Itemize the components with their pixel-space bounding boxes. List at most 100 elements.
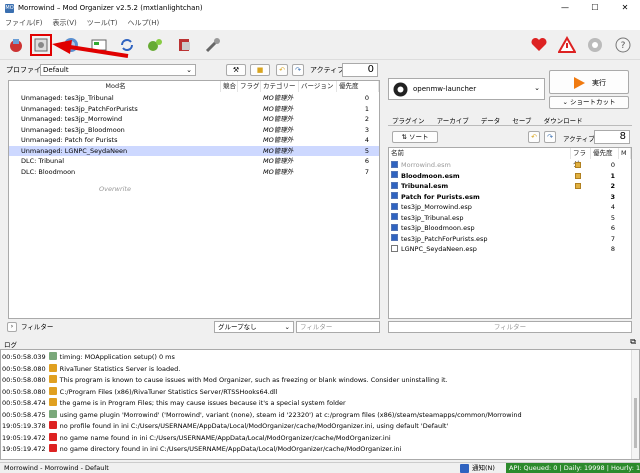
group-value: グループなし	[218, 323, 257, 331]
profiles-button[interactable]	[30, 34, 52, 56]
tools-button[interactable]	[202, 34, 224, 56]
log-entry[interactable]: 00:50:58.475 using game plugin 'Morrowind…	[2, 409, 522, 421]
problems-button[interactable]	[556, 34, 578, 56]
log-entry[interactable]: 00:50:58.080 C:/Program Files (x86)/RivaT…	[2, 386, 278, 398]
menu-file[interactable]: ファイル(F)	[0, 18, 48, 28]
checked-checkbox[interactable]	[391, 234, 398, 241]
minimize-button[interactable]: —	[550, 0, 580, 16]
col-plugin-name[interactable]: 名前	[389, 148, 571, 159]
col-flags[interactable]: フラグ	[238, 81, 261, 92]
plugin-priority: 7	[610, 234, 615, 243]
log-entry[interactable]: 00:50:58.039 timing: MOApplication setup(…	[2, 352, 175, 363]
col-priority[interactable]: 優先度	[337, 81, 379, 92]
checked-checkbox[interactable]	[391, 192, 398, 199]
table-row[interactable]: DLC: Bloodmoon MO管理外 7	[9, 167, 379, 178]
tab-saves[interactable]: セーブ	[512, 117, 531, 125]
checked-checkbox[interactable]	[391, 160, 398, 168]
plugin-backup-button[interactable]: ↷	[544, 131, 556, 143]
table-row[interactable]: DLC: Tribunal MO管理外 6	[9, 156, 379, 167]
col-category[interactable]: カテゴリー	[261, 81, 299, 92]
tab-data[interactable]: データ	[481, 117, 501, 125]
filter-toggle-button[interactable]: ›	[7, 322, 17, 332]
table-row[interactable]: tes3jp_Bloodmoon.esp 6	[389, 223, 631, 234]
table-row[interactable]: LGNPC_SeydaNeen.esp 8	[389, 244, 631, 255]
mod-name: Unmanaged: tes3jp_Tribunal	[21, 94, 114, 102]
restore-button[interactable]: ↶	[276, 64, 288, 76]
log-entry[interactable]: 00:50:58.080 RivaTuner Statistics Server …	[2, 363, 180, 375]
table-row[interactable]: Unmanaged: tes3jp_Bloodmoon MO管理外 3	[9, 125, 379, 136]
tab-plugins[interactable]: プラグイン	[392, 117, 425, 125]
log-float-button[interactable]: ⧉	[630, 337, 636, 347]
checked-checkbox[interactable]	[391, 223, 398, 231]
virtual-fs-button[interactable]	[174, 34, 196, 56]
settings-button[interactable]	[144, 34, 166, 56]
checked-checkbox[interactable]	[391, 213, 398, 220]
group-select[interactable]: グループなし ⌄	[214, 321, 294, 333]
tab-archives[interactable]: アーカイブ	[437, 117, 469, 125]
play-icon	[574, 77, 585, 89]
menu-help[interactable]: ヘルプ(H)	[123, 18, 165, 28]
log-entry[interactable]: 19:05:19.472 no game directory found in i…	[2, 444, 401, 455]
plugin-restore-button[interactable]: ↶	[528, 131, 540, 143]
debug-icon	[48, 352, 57, 360]
log-entry[interactable]: 00:50:58.080 This program is known to cau…	[2, 375, 448, 386]
archive-actions-button[interactable]: ■	[250, 64, 270, 76]
backup-button[interactable]: ↷	[292, 64, 304, 76]
log-scrollbar[interactable]	[631, 350, 639, 459]
active-plugins-count: 8	[594, 130, 630, 144]
tab-downloads[interactable]: ダウンロード	[544, 117, 583, 125]
menu-tools[interactable]: ツール(T)	[82, 18, 123, 28]
col-plugin-priority[interactable]: 優先度	[591, 148, 619, 159]
col-mod-name[interactable]: Mod名	[9, 81, 221, 92]
table-row[interactable]: Unmanaged: tes3jp_Morrowind MO管理外 2	[9, 114, 379, 125]
update-icon	[588, 38, 602, 52]
table-row[interactable]: Morrowind.esm 0	[389, 160, 631, 171]
table-row[interactable]: tes3jp_Tribunal.esp 5	[389, 213, 631, 224]
maximize-button[interactable]: ☐	[580, 0, 610, 16]
table-row[interactable]: Unmanaged: tes3jp_Tribunal MO管理外 0	[9, 93, 379, 104]
profile-select[interactable]: Default ⌄	[40, 64, 196, 76]
mod-filter-input[interactable]: フィルター	[296, 321, 380, 333]
col-version[interactable]: バージョン	[299, 81, 337, 92]
log-entry[interactable]: 00:50:58.474 the game is in Program Files…	[2, 398, 346, 409]
run-button[interactable]: 実行	[549, 70, 629, 94]
api-status: API: Queued: 0 | Daily: 19998 | Hourly: …	[506, 463, 640, 473]
col-plugin-mod-index[interactable]: M	[619, 148, 631, 159]
mod-category: MO管理外	[263, 146, 294, 155]
checked-checkbox[interactable]	[391, 181, 398, 189]
overwrite-row[interactable]: Overwrite	[9, 185, 221, 193]
log-time: 00:50:58.475	[2, 410, 46, 419]
log-entry[interactable]: 19:05:19.378 no profile found in ini C:/U…	[2, 421, 448, 432]
shortcut-button[interactable]: ⌄ ショートカット	[549, 96, 629, 109]
table-row[interactable]: tes3jp_PatchForPurists.esp 7	[389, 234, 631, 245]
checked-checkbox[interactable]	[391, 171, 398, 178]
mod-actions-button[interactable]: ⚒	[226, 64, 246, 76]
log-entry[interactable]: 19:05:19.472 no game name found in ini C:…	[2, 432, 391, 444]
help-button[interactable]: ?	[612, 34, 634, 56]
table-row[interactable]: Unmanaged: LGNPC_SeydaNeen MO管理外 5	[9, 145, 379, 156]
notification-icon	[460, 464, 469, 473]
menu-view[interactable]: 表示(V)	[48, 18, 82, 28]
col-conflicts[interactable]: 競合	[221, 81, 238, 92]
instances-button[interactable]	[5, 34, 27, 56]
unchecked-checkbox[interactable]	[391, 244, 398, 252]
endorse-button[interactable]	[528, 34, 550, 56]
table-row[interactable]: Unmanaged: Patch for Purists MO管理外 4	[9, 135, 379, 146]
notifications-button[interactable]: 通知(N)	[472, 463, 495, 473]
plugin-priority: 8	[610, 245, 615, 253]
table-row[interactable]: tes3jp_Morrowind.esp 4	[389, 202, 631, 213]
log-scroll-thumb[interactable]	[634, 398, 637, 448]
close-button[interactable]: ✕	[610, 0, 640, 16]
checked-checkbox[interactable]	[391, 202, 398, 210]
table-row[interactable]: Tribunal.esm 2	[389, 181, 631, 192]
executable-select[interactable]: openmw-launcher ⌄	[388, 78, 545, 100]
sort-button[interactable]: ⇅ ソート	[392, 131, 438, 143]
col-plugin-flags[interactable]: フラグ	[571, 148, 591, 168]
mod-name: Unmanaged: tes3jp_PatchForPurists	[21, 104, 138, 113]
table-row[interactable]: Unmanaged: tes3jp_PatchForPurists MO管理外 1	[9, 104, 379, 115]
update-button[interactable]	[584, 34, 606, 56]
table-row[interactable]: Bloodmoon.esm 1	[389, 171, 631, 182]
table-row[interactable]: Patch for Purists.esm 3	[389, 192, 631, 203]
plugin-filter-input[interactable]: フィルター	[388, 321, 632, 333]
mod-priority: 0	[364, 94, 369, 102]
